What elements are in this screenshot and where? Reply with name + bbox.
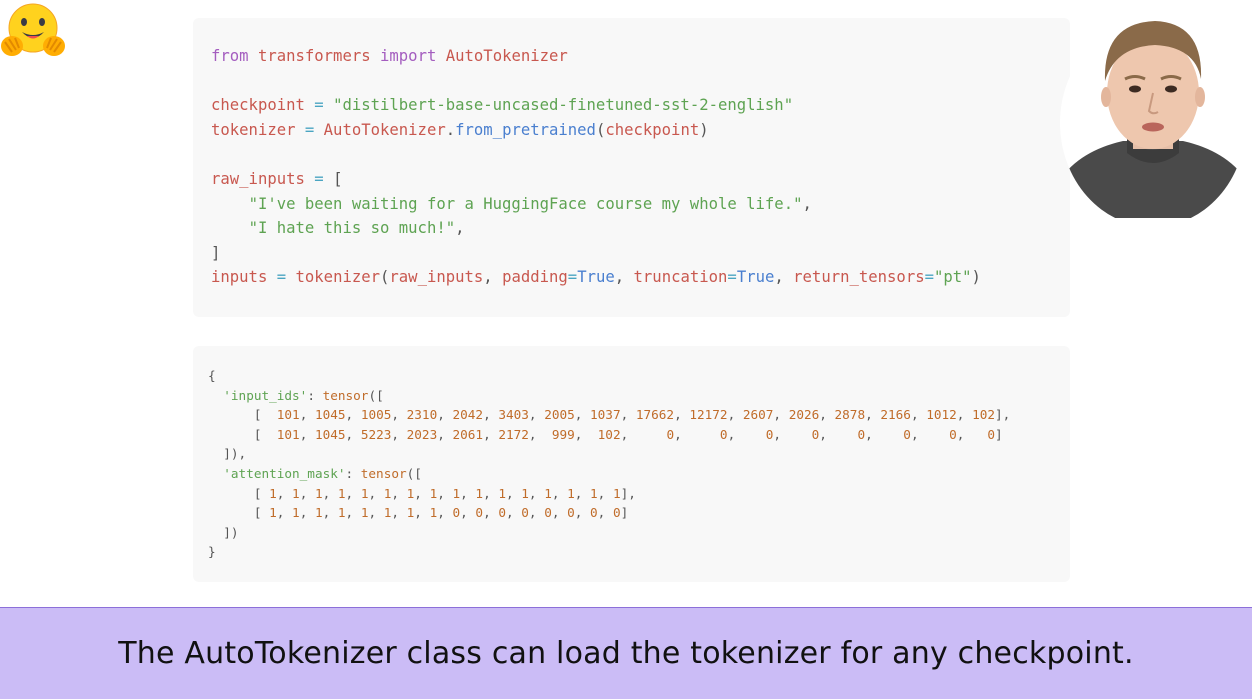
tensor-value: 0	[521, 505, 529, 521]
tensor-row: [ 101, 1045, 5223, 2023, 2061, 2172, 999…	[253, 426, 1003, 442]
tensor-value: 1	[337, 505, 346, 521]
tensor-value: 0	[857, 426, 866, 442]
tensor-value: 1045	[314, 407, 346, 423]
tensor-value: 0	[666, 426, 675, 442]
code-input-panel: from transformers import AutoTokenizer c…	[193, 18, 1070, 317]
output-block: { 'input_ids': tensor([ [ 101, 1045, 100…	[208, 368, 1011, 560]
tensor-value: 0	[452, 505, 461, 521]
tensor-value: 1	[567, 485, 575, 501]
tensor-value: 1	[590, 485, 598, 501]
tensor-value: 102	[597, 426, 621, 442]
tensor-value: 0	[949, 426, 957, 442]
tensor-row: [ 1, 1, 1, 1, 1, 1, 1, 1, 1, 1, 1, 1, 1,…	[253, 485, 636, 501]
tensor-value: 101	[276, 426, 300, 442]
tensor-value: 1012	[926, 407, 957, 423]
code-output-panel: { 'input_ids': tensor([ [ 101, 1045, 100…	[193, 346, 1070, 582]
tensor-value: 2026	[788, 407, 820, 423]
tensor-value: 5223	[360, 426, 392, 442]
tensor-value: 17662	[635, 407, 675, 423]
tensor-value: 101	[276, 407, 300, 423]
tensor-value: 1	[337, 485, 346, 501]
tensor-value: 1005	[360, 407, 392, 423]
presenter-webcam	[1060, 19, 1246, 218]
tensor-value: 3403	[498, 407, 529, 423]
tensor-value: 2172	[498, 426, 529, 442]
tensor-value: 2061	[452, 426, 484, 442]
tensor-value: 1	[521, 485, 529, 501]
tensor-value: 2042	[452, 407, 484, 423]
hugging-face-logo-icon	[1, 3, 65, 56]
tensor-value: 1	[292, 485, 300, 501]
tensor-value: 1	[475, 485, 484, 501]
tensor-value: 1	[452, 485, 461, 501]
tensor-value: 2005	[544, 407, 575, 423]
tensor-value: 0	[475, 505, 484, 521]
tensor-row: [ 1, 1, 1, 1, 1, 1, 1, 1, 0, 0, 0, 0, 0,…	[253, 505, 629, 521]
subtitle-bar: The AutoTokenizer class can load the tok…	[0, 607, 1252, 699]
tensor-row: [ 101, 1045, 1005, 2310, 2042, 3403, 200…	[253, 407, 1011, 423]
tensor-value: 0	[498, 505, 506, 521]
tensor-value: 2166	[880, 407, 911, 423]
tensor-value: 1	[314, 505, 323, 521]
tensor-value: 0	[719, 426, 728, 442]
tensor-value: 1037	[590, 407, 621, 423]
tensor-value: 0	[590, 505, 598, 521]
tensor-value: 2310	[406, 407, 438, 423]
tensor-value: 2023	[406, 426, 438, 442]
tensor-value: 1	[314, 485, 323, 501]
tensor-value: 12172	[689, 407, 728, 423]
tensor-value: 0	[612, 505, 621, 521]
tensor-value: 1045	[314, 426, 346, 442]
tensor-value: 1	[269, 505, 277, 521]
tensor-value: 1	[544, 485, 552, 501]
subtitle-text: The AutoTokenizer class can load the tok…	[118, 636, 1134, 671]
tensor-value: 1	[269, 485, 277, 501]
code-block: from transformers import AutoTokenizer c…	[211, 47, 981, 287]
tensor-value: 0	[903, 426, 911, 442]
tensor-value: 1	[612, 485, 621, 501]
tensor-value: 2878	[834, 407, 866, 423]
tensor-value: 0	[567, 505, 575, 521]
tensor-value: 1	[292, 505, 300, 521]
tensor-value: 0	[544, 505, 552, 521]
tensor-value: 102	[972, 407, 995, 423]
tensor-value: 0	[987, 426, 995, 442]
tensor-value: 2607	[742, 407, 774, 423]
tensor-value: 1	[498, 485, 506, 501]
tensor-value: 999	[551, 426, 575, 442]
